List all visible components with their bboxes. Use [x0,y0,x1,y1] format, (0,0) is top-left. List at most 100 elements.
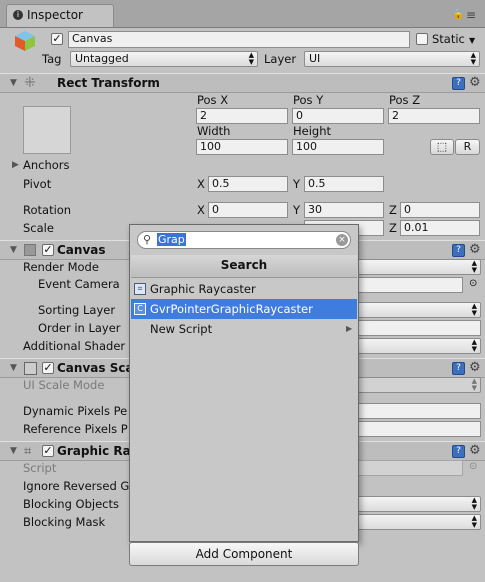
pos-z-field[interactable]: 2 [388,108,480,124]
scale-z-field[interactable]: 0.01 [400,220,480,236]
search-input[interactable]: ⚲ Grap × [137,231,351,249]
object-name-field[interactable]: Canvas [68,31,410,48]
graphic-raycaster-icon: ⌗ [24,444,32,459]
object-picker-icon[interactable]: ⊙ [469,278,477,289]
static-checkbox[interactable] [416,33,428,45]
menu-icon[interactable]: ≡ [466,8,476,22]
sorting-layer-dropdown[interactable]: ▲ ▼ [356,302,481,318]
list-item-new-script[interactable]: New Script ▶ [131,319,357,339]
help-book-icon[interactable]: ? [452,445,465,458]
popup-header-label: Search [220,258,268,272]
gear-icon[interactable]: ⚙ [469,361,481,374]
list-item-gvr-pointer-graphic-raycaster[interactable]: C GvrPointerGraphicRaycaster [131,299,357,319]
pos-x-field[interactable]: 2 [196,108,288,124]
pos-z-label: Pos Z [389,93,421,107]
order-in-layer-label: Order in Layer [38,321,121,335]
rot-x-field[interactable]: 0 [208,202,288,218]
order-in-layer-field[interactable] [356,320,481,336]
help-book-icon[interactable]: ? [452,244,465,257]
additional-shader-dropdown[interactable]: ▲ ▼ [356,338,481,354]
ui-scale-mode-label: UI Scale Mode [23,378,105,392]
anchors-label[interactable]: Anchors [23,158,70,172]
pivot-label: Pivot [23,177,52,191]
tab-bar: i Inspector 🔒 ≡ [0,0,485,28]
dynamic-pixels-field[interactable] [356,403,481,419]
tab-inspector[interactable]: i Inspector [6,4,114,27]
canvas-component-icon [24,244,36,256]
pivot-y-field[interactable]: 0.5 [304,176,384,192]
gear-icon[interactable]: ⚙ [469,243,481,256]
add-component-button[interactable]: Add Component [129,542,359,566]
static-label: Static [432,32,465,46]
event-camera-label: Event Camera [38,277,120,291]
object-picker-icon: ⊙ [469,461,478,472]
canvas-scaler-enabled-checkbox[interactable]: ✓ [42,362,54,374]
rot-y-field[interactable]: 30 [304,202,384,218]
add-component-popup: ⚲ Grap × Search ⌗ Graphic Raycaster C Gv… [129,224,359,542]
graphic-raycaster-enabled-checkbox[interactable]: ✓ [42,445,54,457]
scale-z-label: Z [389,221,397,235]
dropdown-arrows-icon: ▲ ▼ [471,377,477,392]
script-component-icon: ⌗ [134,283,146,295]
graphic-raycaster-title: Graphic Ray [57,444,139,458]
event-camera-field[interactable] [356,277,463,293]
pos-x-label: Pos X [197,93,229,107]
tag-dropdown[interactable]: Untagged ▲ ▼ [70,51,258,67]
blocking-objects-dropdown[interactable]: ▲ ▼ [356,496,481,512]
reference-pixels-field[interactable] [356,421,481,437]
height-field[interactable]: 100 [292,139,384,155]
additional-shader-label: Additional Shader [23,339,126,353]
dropdown-arrows-icon: ▲ ▼ [471,259,477,274]
foldout-icon[interactable]: ▼ [10,245,17,255]
rot-x-label: X [197,203,205,217]
canvas-title: Canvas [57,243,106,257]
rect-transform-header[interactable]: ▼ ⁜ Rect Transform ? ⚙ [0,73,485,93]
height-label: Height [293,124,332,138]
clear-search-icon[interactable]: × [336,234,348,246]
gear-icon[interactable]: ⚙ [469,444,481,457]
foldout-icon[interactable]: ▼ [10,363,17,373]
help-book-icon[interactable]: ? [452,77,465,90]
pos-y-label: Pos Y [293,93,324,107]
layer-dropdown[interactable]: UI ▲ ▼ [304,51,480,67]
canvas-enabled-checkbox[interactable]: ✓ [42,244,54,256]
submenu-arrow-icon: ▶ [346,324,353,333]
popup-header: Search [131,255,357,278]
canvas-scaler-title: Canvas Sca [57,361,134,375]
anchor-presets-button[interactable] [23,106,71,154]
dropdown-arrows-icon: ▲ ▼ [471,514,477,529]
render-mode-dropdown[interactable]: ▲ ▼ [356,259,481,275]
anchors-foldout-icon[interactable]: ▶ [12,160,19,170]
width-field[interactable]: 100 [196,139,288,155]
pivot-x-label: X [197,177,205,191]
gameobject-cube-icon [14,30,36,52]
rot-z-label: Z [389,203,397,217]
pos-y-field[interactable]: 0 [292,108,384,124]
lock-icon[interactable]: 🔒 [452,9,464,20]
csharp-script-icon: C [134,303,146,315]
gear-icon[interactable]: ⚙ [469,76,481,89]
rotation-label: Rotation [23,203,72,217]
static-dropdown-arrow-icon[interactable]: ▼ [469,36,475,45]
blocking-mask-label: Blocking Mask [23,515,106,529]
pivot-x-field[interactable]: 0.5 [208,176,288,192]
ui-scale-mode-dropdown[interactable]: ▲ ▼ [356,377,481,393]
sorting-layer-label: Sorting Layer [38,303,116,317]
canvas-scaler-icon [24,362,37,375]
width-label: Width [197,124,231,138]
scale-label: Scale [23,221,54,235]
dropdown-arrows-icon: ▲ ▼ [471,496,477,511]
help-book-icon[interactable]: ? [452,362,465,375]
list-item-graphic-raycaster[interactable]: ⌗ Graphic Raycaster [131,279,357,299]
active-checkbox[interactable]: ✓ [51,33,63,45]
blueprint-mode-button[interactable]: ⬚ [430,139,454,155]
render-mode-label: Render Mode [23,260,99,274]
script-label: Script [23,461,57,475]
foldout-icon[interactable]: ▼ [10,446,17,456]
tag-label: Tag [42,52,62,66]
raw-edit-button[interactable]: R [455,139,480,155]
layer-label: Layer [264,52,297,66]
blocking-mask-dropdown[interactable]: ▲ ▼ [356,514,481,530]
foldout-icon[interactable]: ▼ [10,78,17,88]
rot-z-field[interactable]: 0 [400,202,480,218]
